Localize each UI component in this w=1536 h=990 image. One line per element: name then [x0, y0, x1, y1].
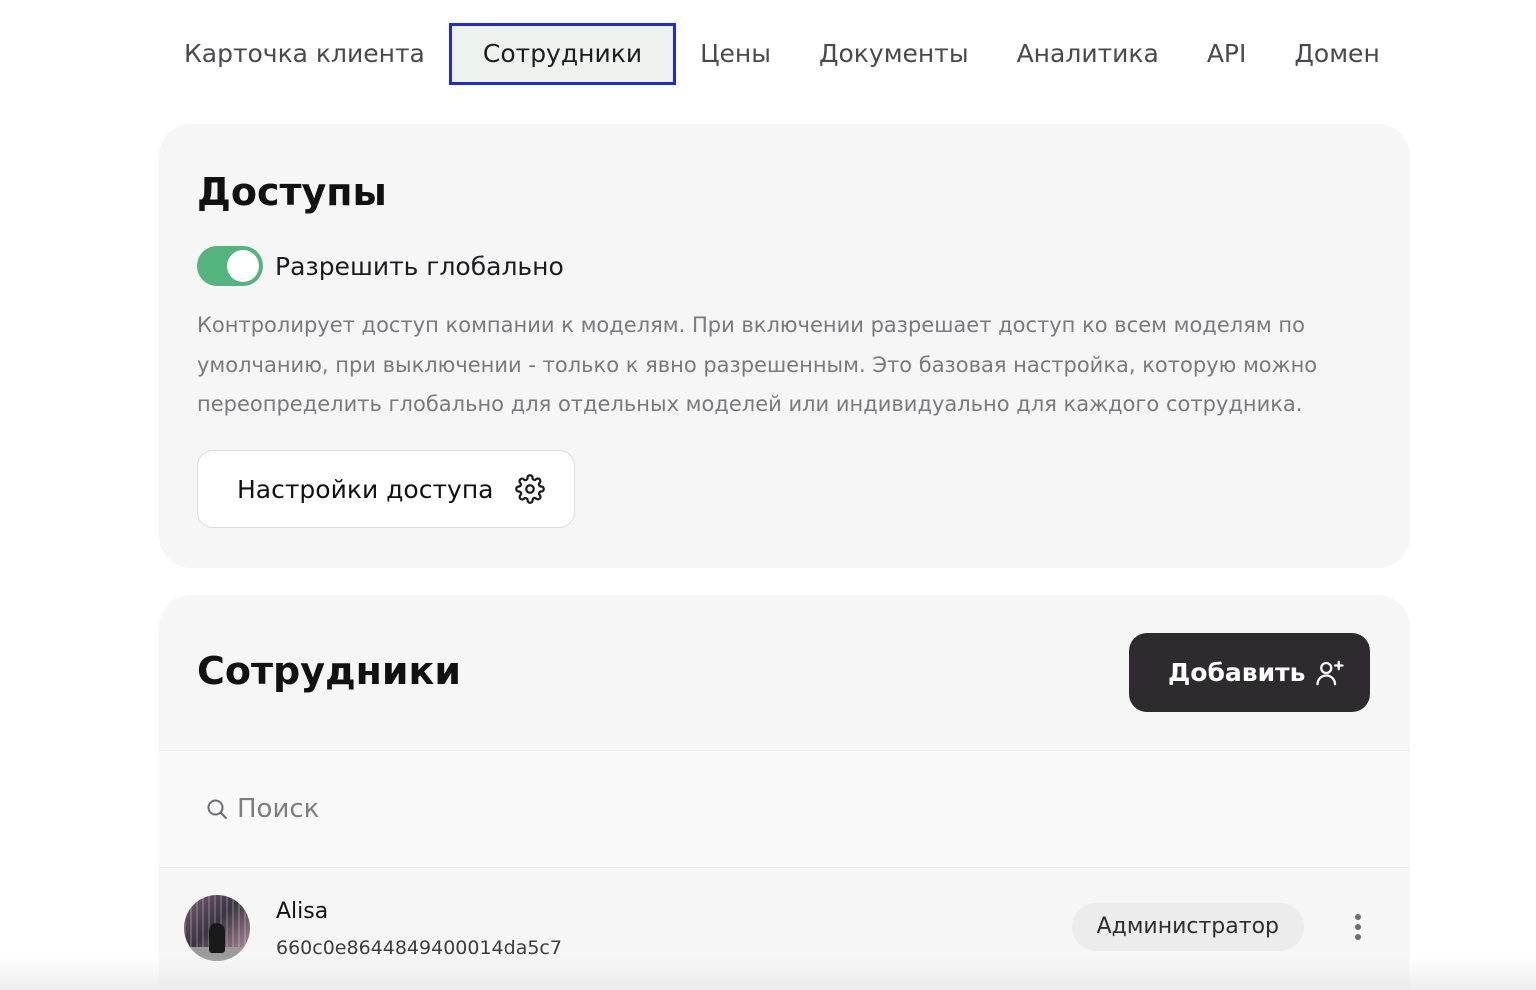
access-card: Доступы Разрешить глобально Контролирует… [159, 124, 1410, 568]
search-input[interactable] [237, 794, 1137, 824]
avatar-figure [209, 923, 225, 953]
employees-card: Сотрудники Добавить Alisa [159, 595, 1410, 990]
role-badge[interactable]: Администратор [1071, 903, 1304, 951]
employee-id: 660c0e8644849400014da5c7 [276, 937, 562, 959]
add-employee-button[interactable]: Добавить [1129, 633, 1370, 712]
add-employee-label: Добавить [1168, 658, 1306, 687]
tab-prices[interactable]: Цены [676, 25, 795, 83]
global-allow-label: Разрешить глобально [275, 251, 564, 281]
tab-bar: Карточка клиента Сотрудники Цены Докумен… [160, 22, 1404, 86]
access-title: Доступы [197, 170, 387, 214]
global-allow-toggle[interactable] [197, 246, 263, 286]
tab-employees[interactable]: Сотрудники [448, 23, 677, 85]
employees-title: Сотрудники [197, 649, 461, 693]
access-description: Контролирует доступ компании к моделям. … [197, 313, 1318, 416]
access-settings-button[interactable]: Настройки доступа [197, 450, 575, 528]
tab-analytics[interactable]: Аналитика [993, 25, 1183, 83]
employee-name: Alisa [276, 899, 329, 924]
toggle-knob [227, 250, 259, 282]
search-bar [159, 750, 1410, 868]
global-allow-row: Разрешить глобально [197, 246, 564, 286]
tab-api[interactable]: API [1183, 25, 1271, 83]
access-settings-label: Настройки доступа [237, 474, 494, 504]
gear-icon [515, 474, 546, 504]
more-options-icon[interactable] [1346, 909, 1370, 945]
tab-client-card[interactable]: Карточка клиента [160, 25, 449, 83]
search-icon [207, 799, 227, 819]
page: Карточка клиента Сотрудники Цены Докумен… [0, 0, 1536, 990]
tab-documents[interactable]: Документы [795, 25, 993, 83]
tab-domain[interactable]: Домен [1270, 25, 1403, 83]
user-plus-icon [1316, 660, 1345, 685]
employee-row[interactable]: Alisa 660c0e8644849400014da5c7 Администр… [159, 869, 1410, 989]
avatar [184, 895, 250, 961]
